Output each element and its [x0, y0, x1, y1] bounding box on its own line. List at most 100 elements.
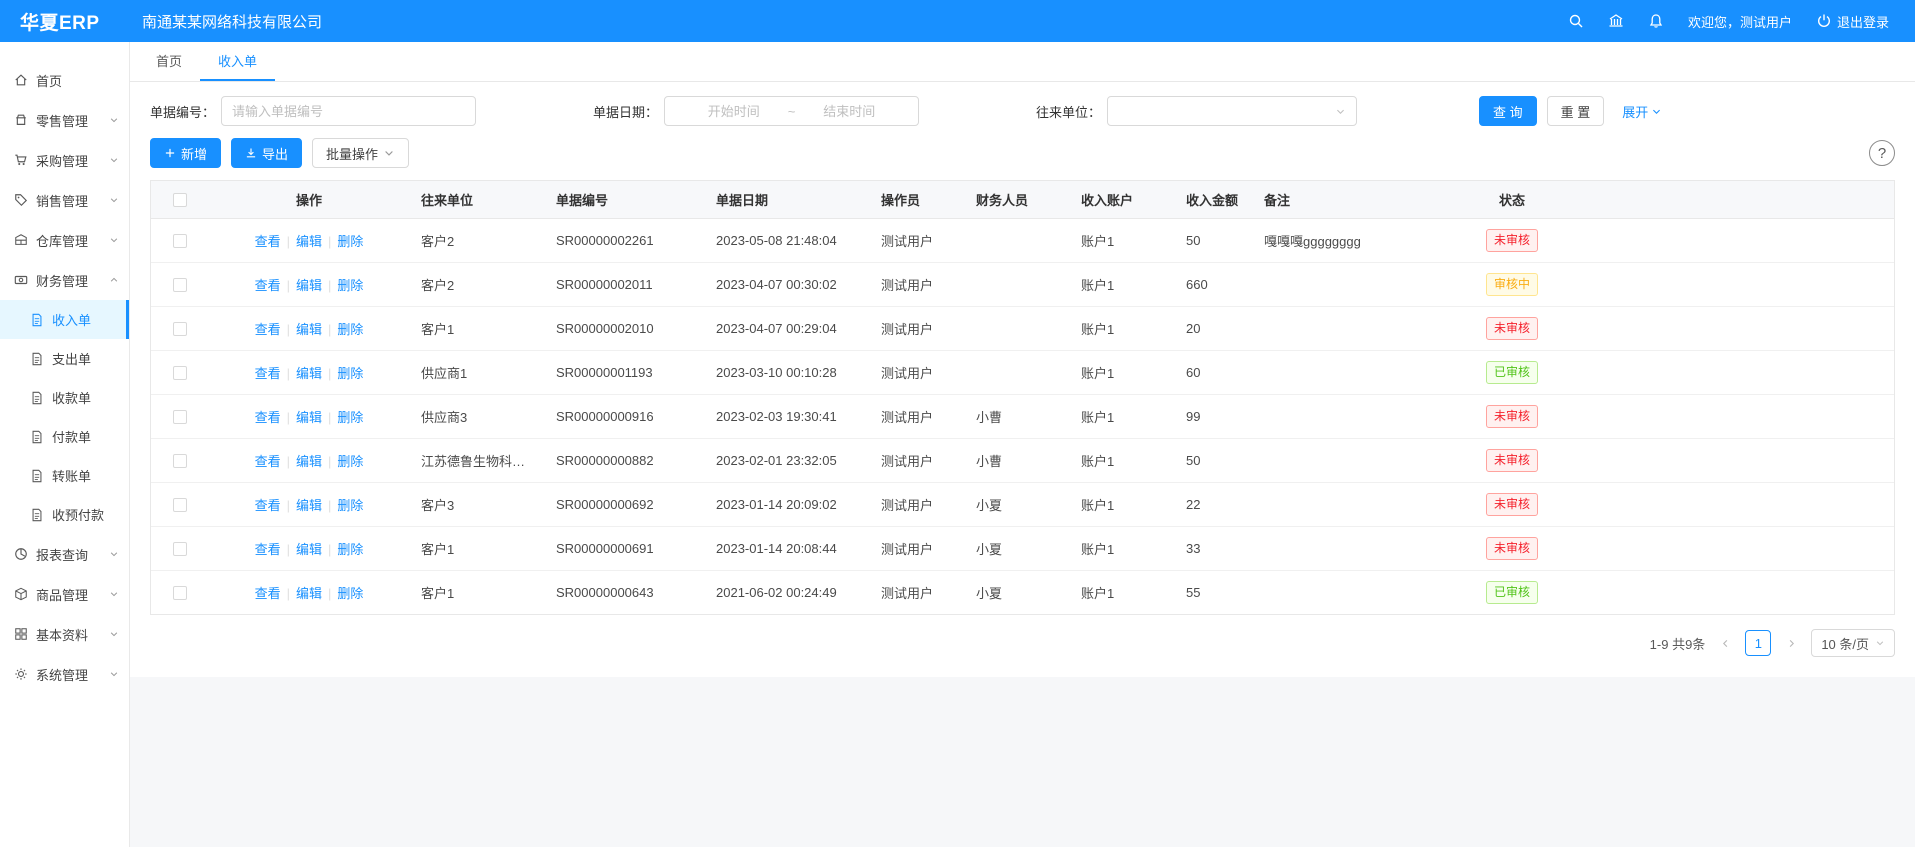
row-checkbox[interactable] [173, 498, 187, 512]
view-link[interactable]: 查看 [255, 366, 281, 381]
bell-icon[interactable] [1648, 13, 1664, 29]
header-select-cell [151, 181, 209, 219]
tab-income-bill[interactable]: 收入单 [200, 42, 275, 81]
search-icon[interactable] [1568, 13, 1584, 29]
edit-link[interactable]: 编辑 [296, 278, 322, 293]
sidebar-item[interactable]: 销售管理 [0, 180, 129, 220]
cell-operator: 测试用户 [869, 571, 964, 615]
next-page-button[interactable] [1779, 631, 1803, 655]
row-checkbox[interactable] [173, 542, 187, 556]
row-checkbox[interactable] [173, 586, 187, 600]
select-all-checkbox[interactable] [173, 193, 187, 207]
basic-icon [14, 627, 28, 641]
row-checkbox[interactable] [173, 454, 187, 468]
sidebar-item[interactable]: 基本资料 [0, 614, 129, 654]
row-checkbox[interactable] [173, 366, 187, 380]
download-icon [245, 147, 257, 159]
view-link[interactable]: 查看 [255, 322, 281, 337]
report-icon [14, 547, 28, 561]
delete-link[interactable]: 删除 [337, 454, 363, 469]
actions-cell: 查看|编辑|删除 [209, 483, 409, 527]
sidebar-subitem[interactable]: 收款单 [0, 378, 129, 417]
status-badge: 未审核 [1486, 537, 1538, 560]
view-link[interactable]: 查看 [255, 498, 281, 513]
delete-link[interactable]: 删除 [337, 322, 363, 337]
sidebar-subitem[interactable]: 收预付款 [0, 495, 129, 534]
status-cell: 未审核 [1457, 527, 1567, 571]
delete-link[interactable]: 删除 [337, 498, 363, 513]
page-size-select[interactable]: 10 条/页 [1811, 629, 1895, 657]
partner-select[interactable] [1107, 96, 1357, 126]
view-link[interactable]: 查看 [255, 278, 281, 293]
help-icon[interactable]: ? [1869, 140, 1895, 166]
delete-link[interactable]: 删除 [337, 366, 363, 381]
edit-link[interactable]: 编辑 [296, 542, 322, 557]
sidebar-item[interactable]: 采购管理 [0, 140, 129, 180]
logout-button[interactable]: 退出登录 [1816, 12, 1889, 31]
edit-link[interactable]: 编辑 [296, 586, 322, 601]
search-button[interactable]: 查 询 [1479, 96, 1537, 126]
row-checkbox[interactable] [173, 234, 187, 248]
column-header: 操作 [209, 181, 409, 219]
tab-home[interactable]: 首页 [138, 42, 200, 81]
batch-ops-button[interactable]: 批量操作 [312, 138, 409, 168]
view-link[interactable]: 查看 [255, 542, 281, 557]
sidebar-item[interactable]: 首页 [0, 60, 129, 100]
chevron-down-icon [109, 155, 119, 165]
delete-link[interactable]: 删除 [337, 586, 363, 601]
view-link[interactable]: 查看 [255, 410, 281, 425]
view-link[interactable]: 查看 [255, 454, 281, 469]
prev-page-button[interactable] [1713, 631, 1737, 655]
sidebar-subitem[interactable]: 收入单 [0, 300, 129, 339]
building-icon[interactable] [1608, 13, 1624, 29]
doc-icon [30, 469, 44, 483]
delete-link[interactable]: 删除 [337, 410, 363, 425]
filter-bill-date: 单据日期： ~ [593, 96, 1036, 126]
cell-amount: 22 [1174, 483, 1252, 527]
sidebar-item[interactable]: 报表查询 [0, 534, 129, 574]
reset-button[interactable]: 重 置 [1547, 96, 1605, 126]
status-cell: 未审核 [1457, 483, 1567, 527]
batch-ops-label: 批量操作 [326, 144, 378, 163]
date-range-picker[interactable]: ~ [664, 96, 919, 126]
row-checkbox[interactable] [173, 410, 187, 424]
sidebar-item[interactable]: 财务管理 [0, 260, 129, 300]
chevron-down-icon [109, 115, 119, 125]
page-number-button[interactable]: 1 [1745, 630, 1771, 656]
cell-date: 2021-06-02 00:24:49 [704, 571, 869, 615]
date-end-input[interactable] [799, 104, 899, 119]
add-button[interactable]: 新增 [150, 138, 221, 168]
edit-link[interactable]: 编辑 [296, 366, 322, 381]
link-separator: | [287, 542, 290, 557]
sidebar-item[interactable]: 零售管理 [0, 100, 129, 140]
sidebar-subitem[interactable]: 转账单 [0, 456, 129, 495]
sidebar-subitem-label: 收入单 [52, 310, 91, 329]
row-checkbox[interactable] [173, 278, 187, 292]
date-start-input[interactable] [684, 104, 784, 119]
delete-link[interactable]: 删除 [337, 542, 363, 557]
view-link[interactable]: 查看 [255, 234, 281, 249]
cell-partner: 客户1 [409, 527, 544, 571]
bill-no-input[interactable] [221, 96, 476, 126]
edit-link[interactable]: 编辑 [296, 234, 322, 249]
edit-link[interactable]: 编辑 [296, 498, 322, 513]
expand-link[interactable]: 展开 [1622, 102, 1662, 121]
sidebar-subitem[interactable]: 付款单 [0, 417, 129, 456]
edit-link[interactable]: 编辑 [296, 322, 322, 337]
view-link[interactable]: 查看 [255, 586, 281, 601]
edit-link[interactable]: 编辑 [296, 410, 322, 425]
sidebar-subitem[interactable]: 支出单 [0, 339, 129, 378]
purchase-icon [14, 153, 28, 167]
edit-link[interactable]: 编辑 [296, 454, 322, 469]
row-checkbox[interactable] [173, 322, 187, 336]
export-button[interactable]: 导出 [231, 138, 302, 168]
sidebar-item[interactable]: 系统管理 [0, 654, 129, 694]
tab-bar: 首页 收入单 [130, 42, 1915, 82]
delete-link[interactable]: 删除 [337, 234, 363, 249]
sidebar-item[interactable]: 商品管理 [0, 574, 129, 614]
delete-link[interactable]: 删除 [337, 278, 363, 293]
doc-icon [30, 391, 44, 405]
status-badge: 已审核 [1486, 361, 1538, 384]
filter-bill-no: 单据编号： [150, 96, 593, 126]
sidebar-item[interactable]: 仓库管理 [0, 220, 129, 260]
